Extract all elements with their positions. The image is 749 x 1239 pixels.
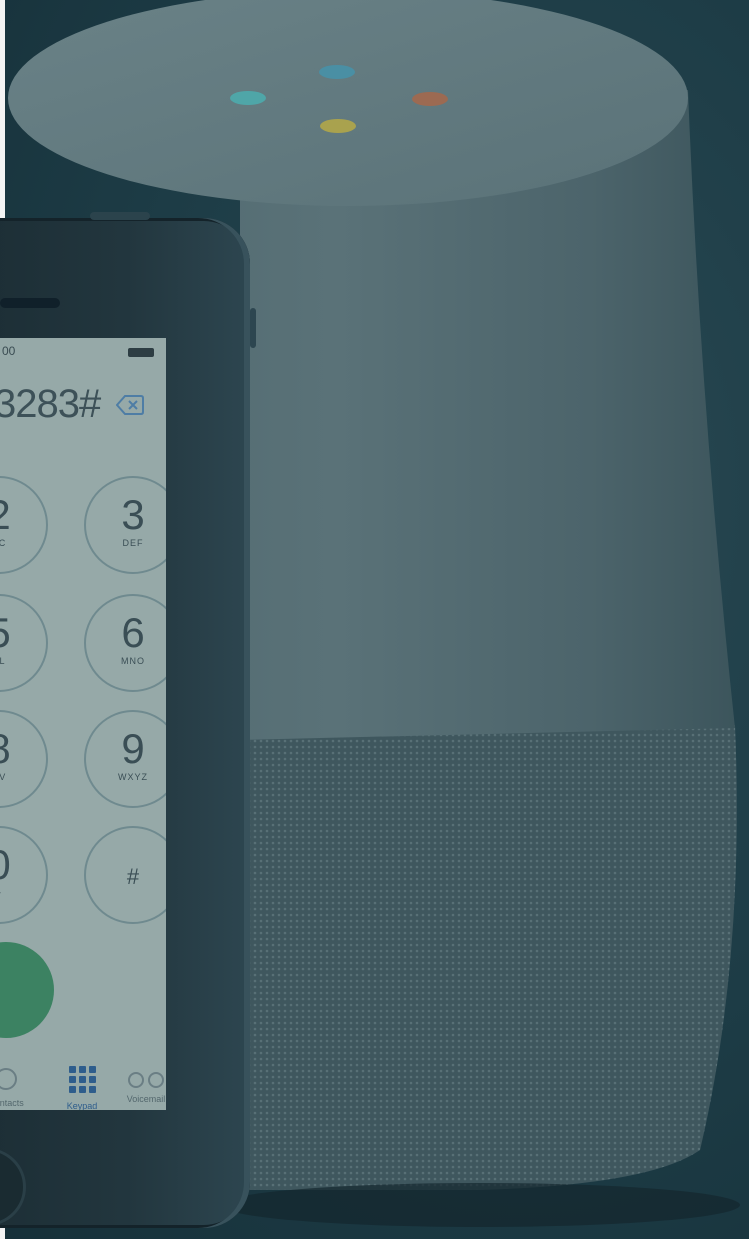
status-bar: 00 [0,338,166,366]
dialer-screen: 00 3283# 2BC 3DEF 5KL 6MNO 8UV [0,338,166,1110]
led-icon [319,65,355,79]
keypad-icon [68,1066,96,1093]
led-icon [320,119,356,133]
key-8[interactable]: 8UV [0,710,48,808]
tab-keypad[interactable]: Keypad [52,1066,112,1110]
key-6[interactable]: 6 MNO [84,594,166,692]
smartphone: 00 3283# 2BC 3DEF 5KL 6MNO 8UV [0,212,256,1228]
speaker-fabric-base [240,725,737,1190]
side-button [250,308,256,348]
power-button [90,212,150,220]
key-5[interactable]: 5KL [0,594,48,692]
tab-bar: Contacts Keypad Voicemail [0,1058,166,1110]
battery-icon [128,348,154,357]
home-button[interactable] [0,1148,26,1226]
status-time: 00 [2,344,16,358]
contacts-icon [0,1068,17,1090]
key-0[interactable]: 0+ [0,826,48,924]
earpiece [0,298,60,308]
backspace-icon[interactable] [116,394,144,416]
led-icon [230,91,266,105]
key-3[interactable]: 3 DEF [84,476,166,574]
key-2[interactable]: 2BC [0,476,48,574]
key-hash[interactable]: # [84,826,166,924]
voicemail-icon [126,1072,166,1088]
key-9[interactable]: 9 WXYZ [84,710,166,808]
led-icon [412,92,448,106]
photo-scene: 00 3283# 2BC 3DEF 5KL 6MNO 8UV [0,0,749,1239]
call-button[interactable] [0,942,54,1038]
dialed-number: 3283# [0,382,101,426]
speaker-top [8,0,688,206]
tab-voicemail[interactable]: Voicemail [116,1072,166,1104]
tab-contacts[interactable]: Contacts [0,1068,36,1108]
